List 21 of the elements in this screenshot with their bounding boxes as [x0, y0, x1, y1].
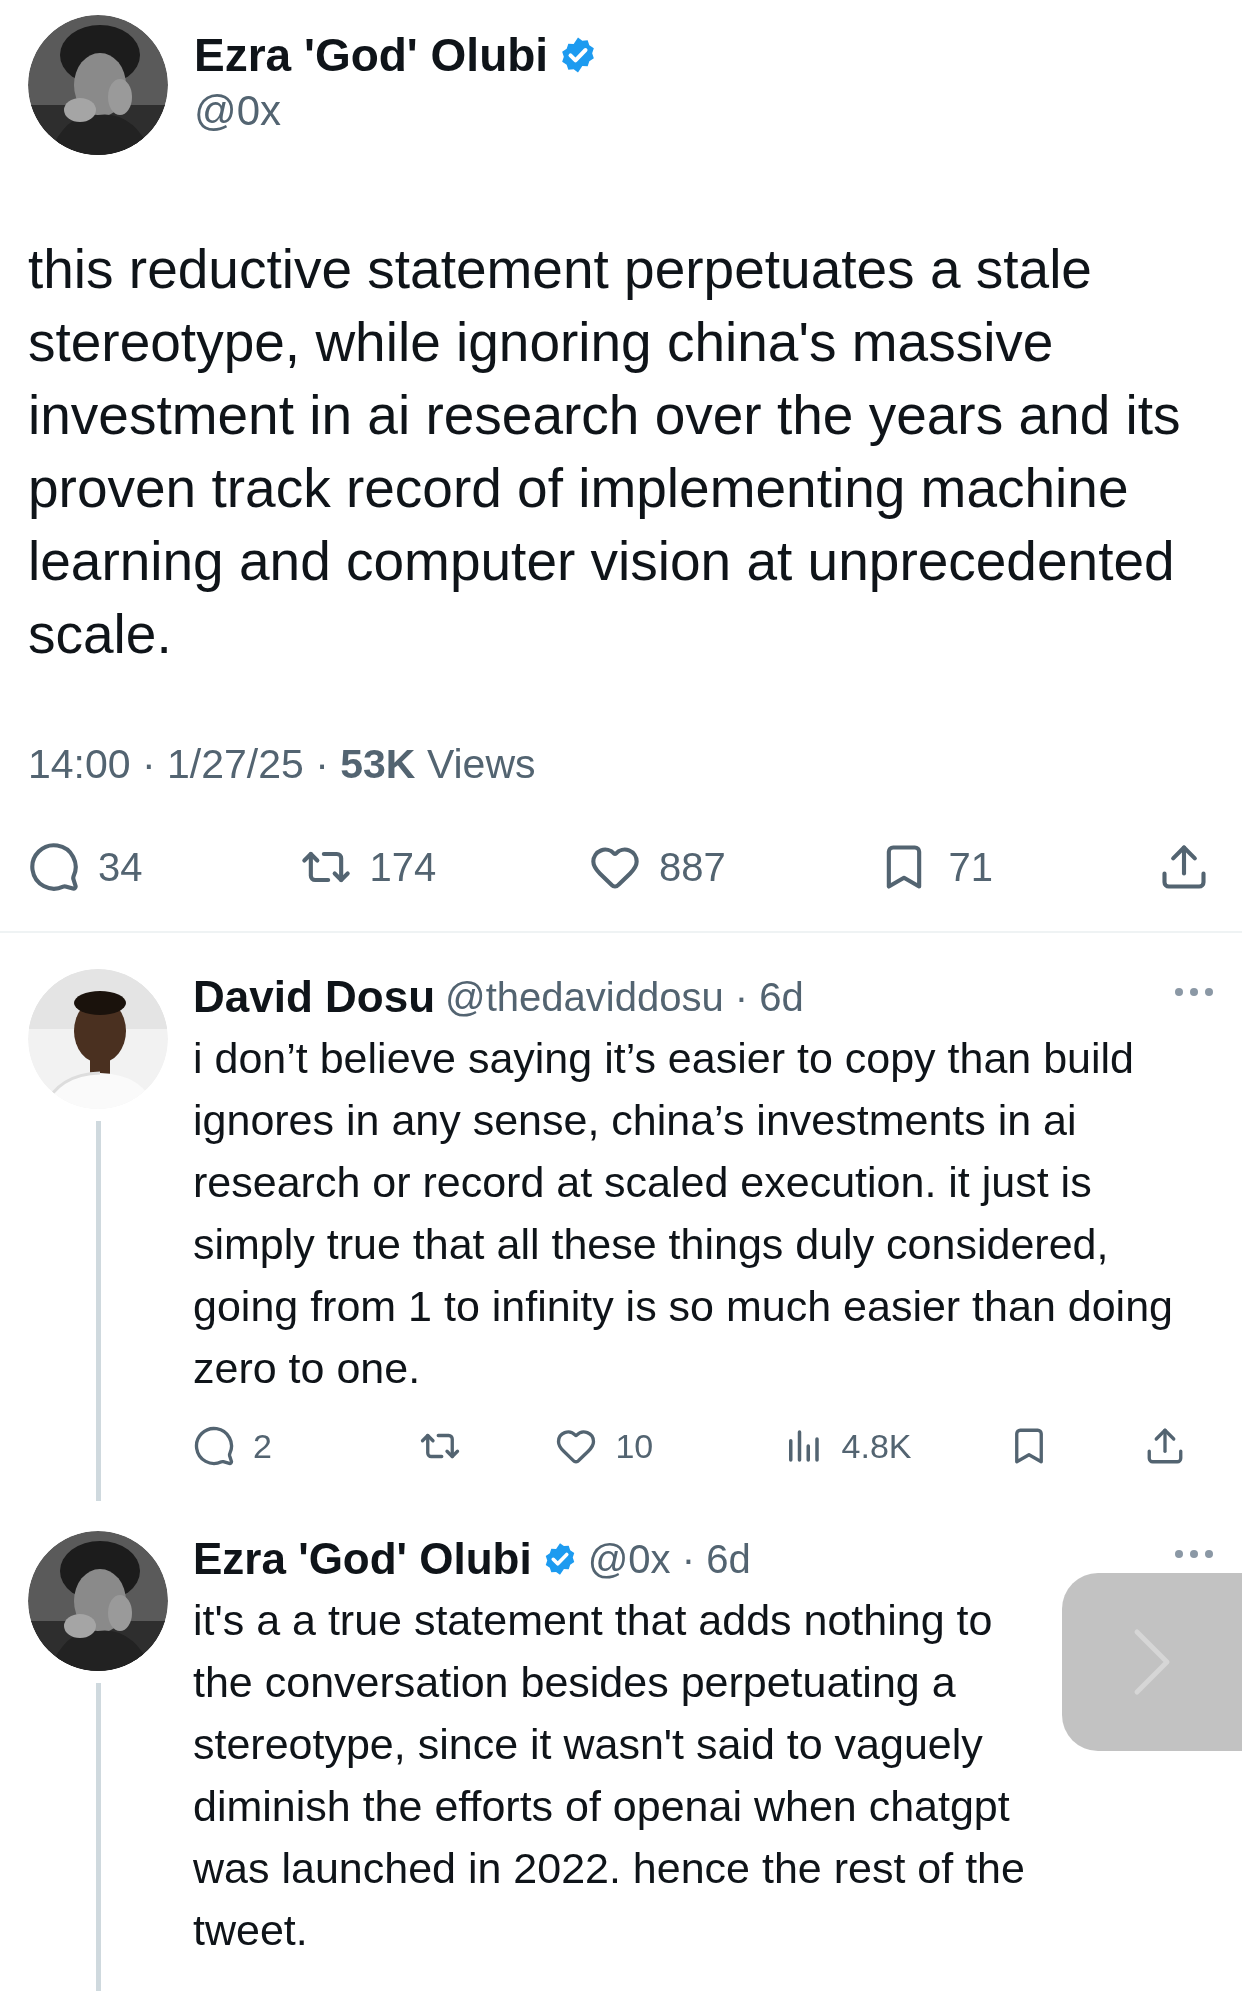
like-button[interactable]: 887 — [589, 837, 879, 897]
more-icon — [1174, 1549, 1214, 1559]
views-button[interactable]: 4.8K — [781, 1420, 932, 1472]
reply-button[interactable]: 34 — [28, 837, 300, 897]
reply-meta: @thedaviddosu · 6d — [445, 974, 804, 1021]
like-button[interactable]: 10 — [555, 1420, 706, 1472]
author-name: Ezra 'God' Olubi — [194, 28, 549, 83]
reply-icon — [193, 1425, 235, 1467]
reply-button[interactable]: 2 — [193, 1420, 343, 1472]
author-name: Ezra 'God' Olubi — [193, 1533, 532, 1585]
more-icon — [1174, 987, 1214, 997]
tweet-meta: 14:00 · 1/27/25 · 53K Views — [28, 740, 536, 790]
reply-text: i don’t believe saying it’s easier to copy than build ignores in any sense, china’s investments in ai research or record at scaled execution. it just is simply true that all these things duly considered, going from 1 to infinity is so much easier than doing zero to one. — [193, 1033, 1174, 1394]
author-name: David Dosu — [193, 971, 436, 1023]
tweet-text: this reductive statement perpetuates a stale stereotype, while ignoring china's massive investment in ai research over the years and its proven track record of implementing machine learning and computer vision at unprecedented scale. — [28, 237, 1182, 667]
bookmark-button[interactable]: 71 — [878, 837, 1158, 897]
reply-icon — [28, 841, 80, 893]
reply-meta: @0x · 6d — [587, 1536, 751, 1583]
author-handle: @0x — [194, 86, 282, 136]
repost-button[interactable]: 174 — [299, 837, 589, 897]
reply-text: it's a a true statement that adds nothing to the conversation besides perpetuating a stereotype, since it wasn't said to vaguely diminish the efforts of openai when chatgpt was launched in 2022. hence the rest of the tweet. — [193, 1595, 1026, 1956]
